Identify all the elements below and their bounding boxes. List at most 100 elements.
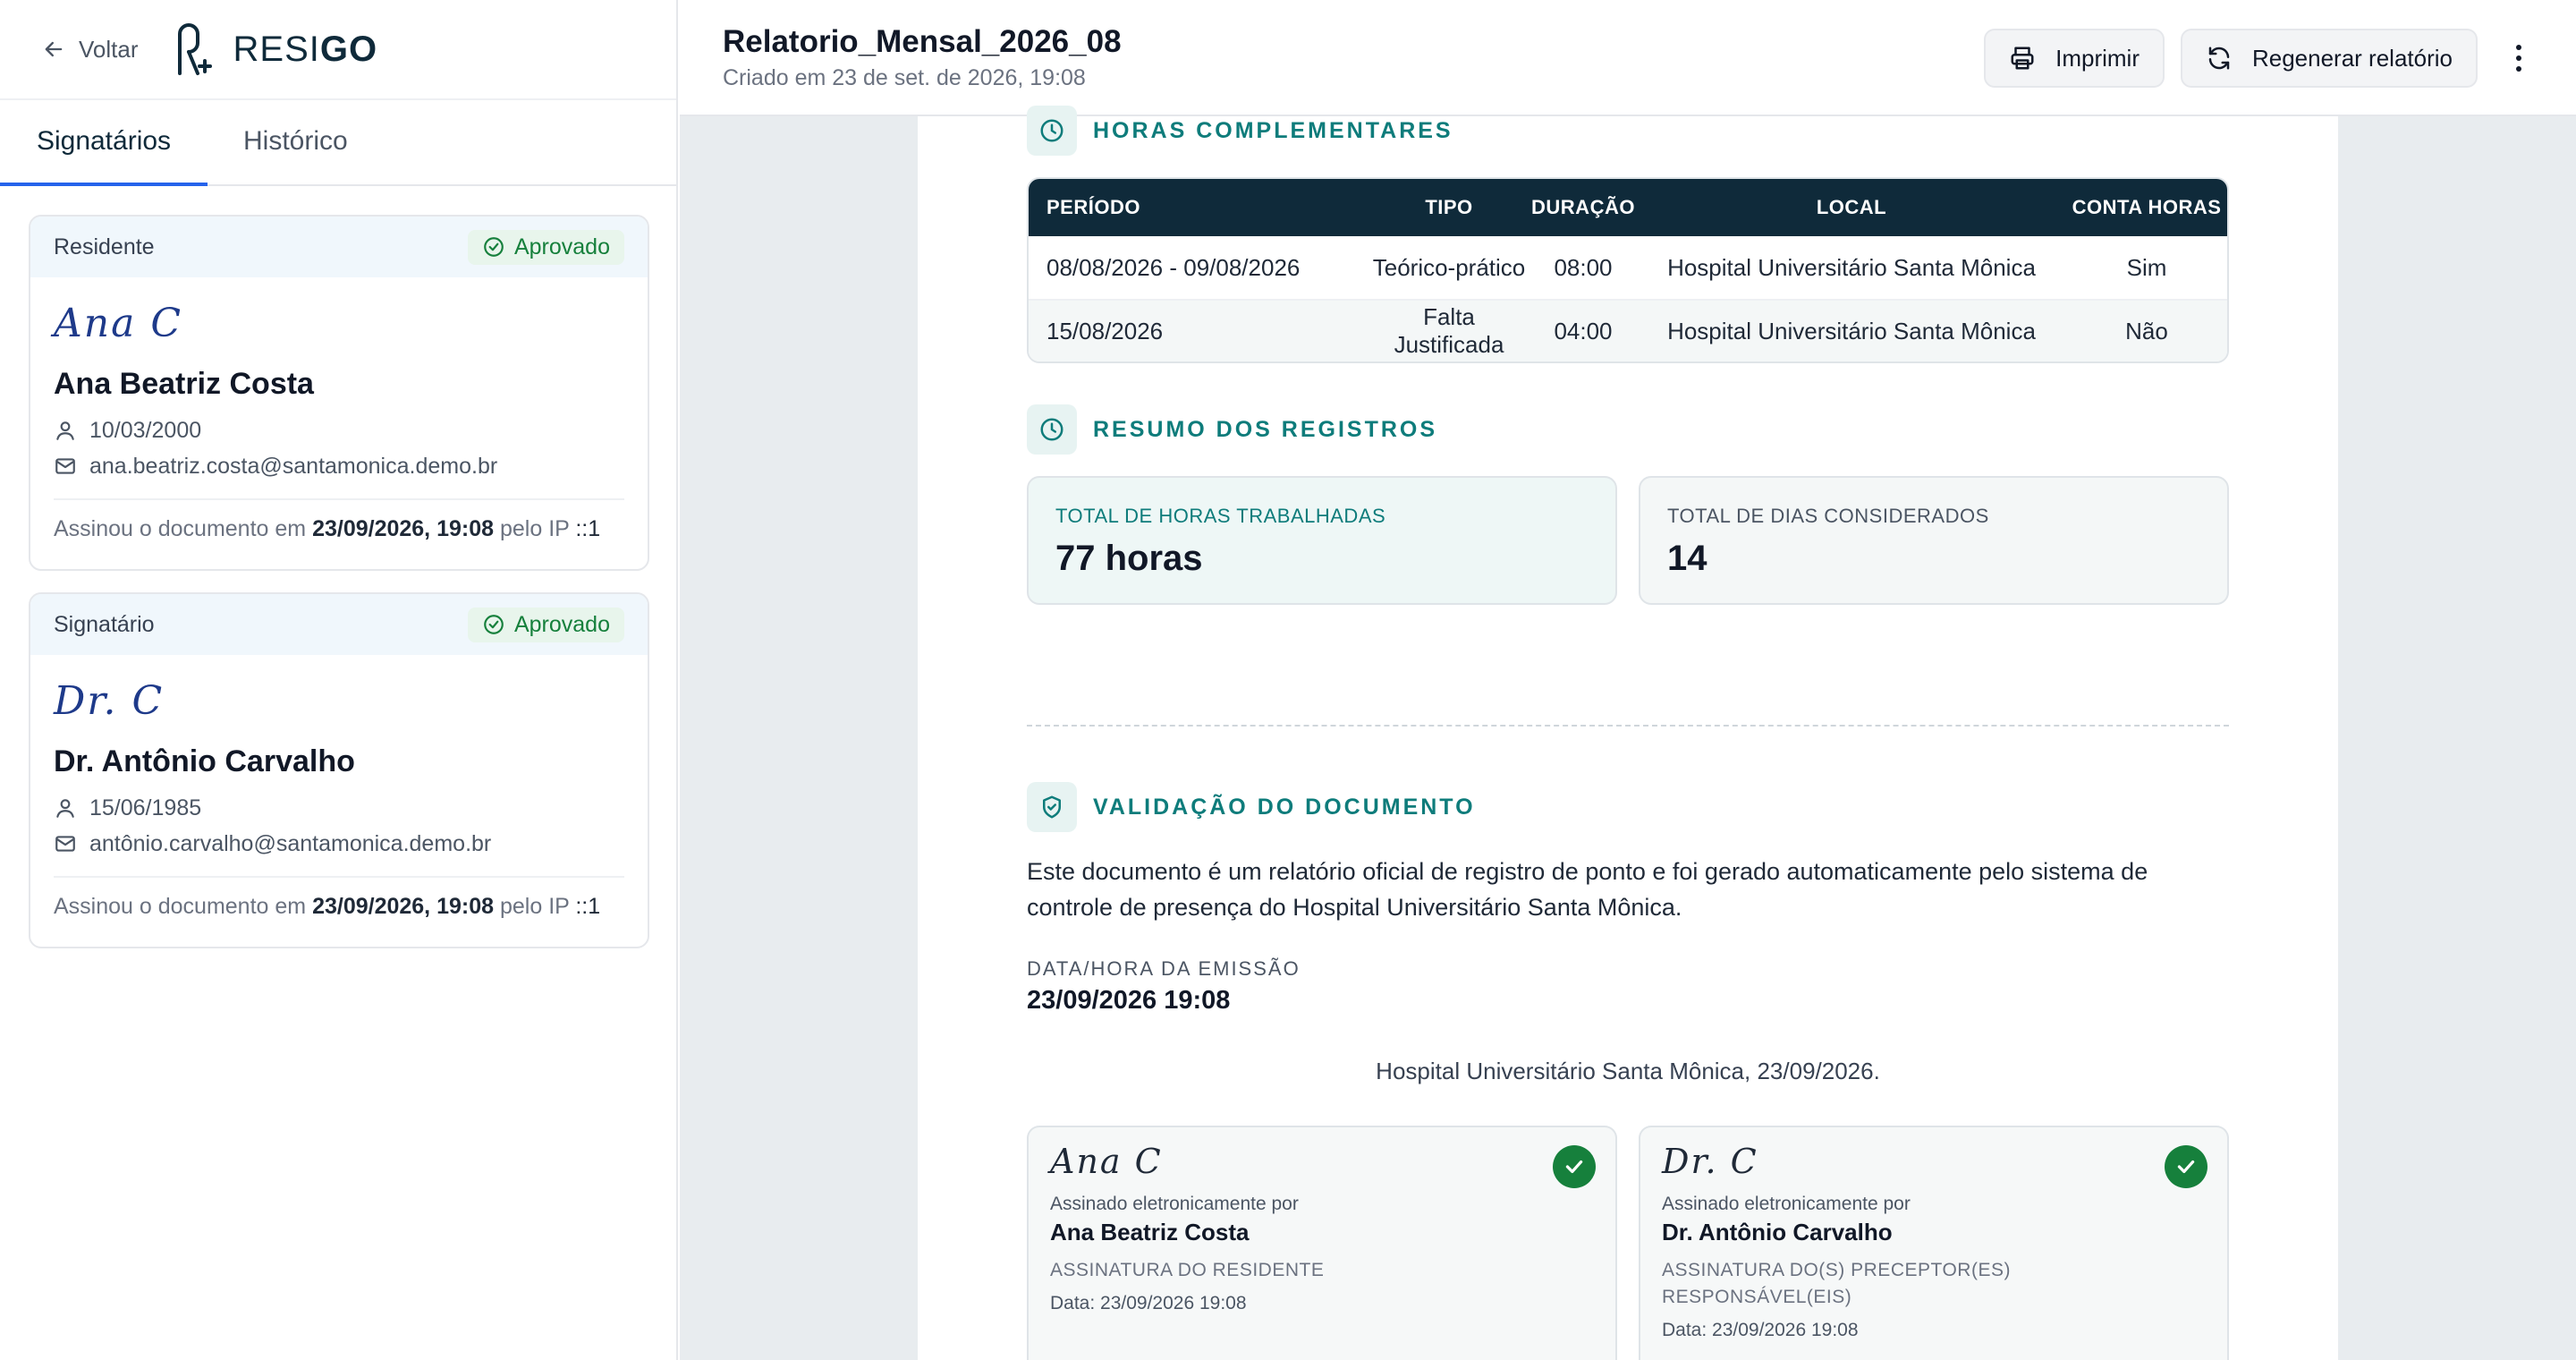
signer-card-header: Signatário Aprovado <box>30 594 648 655</box>
hours-table: PERÍODO TIPO DURAÇÃO LOCAL CONTA HORAS 0… <box>1027 177 2229 363</box>
signer-name: Ana Beatriz Costa <box>1050 1219 1250 1245</box>
signature-role: ASSINATURA DO(S) PRECEPTOR(ES) RESPONSÁV… <box>1662 1260 2011 1307</box>
table-cell: Hospital Universitário Santa Mônica <box>1667 253 2036 281</box>
column-header: TIPO <box>1425 196 1473 218</box>
user-icon <box>56 421 74 440</box>
place-and-date: Hospital Universitário Santa Mônica, 23/… <box>1376 1058 1880 1084</box>
status-badge-label: Aprovado <box>513 234 610 259</box>
logo-text: RESIGO <box>233 29 378 69</box>
column-header: PERÍODO <box>1046 196 1140 218</box>
emission-value: 23/09/2026 19:08 <box>1027 986 1231 1015</box>
signer-role: Signatário <box>54 611 155 637</box>
printer-icon <box>2011 47 2034 70</box>
mail-icon <box>55 458 75 474</box>
signer-email: ana.beatriz.costa@santamonica.demo.br <box>30 448 648 484</box>
table-cell: Sim <box>2126 253 2167 281</box>
signer-name: Dr. Antônio Carvalho <box>54 744 355 778</box>
table-cell: Falta Justificada <box>1394 303 1504 358</box>
clock-icon <box>1027 106 1077 156</box>
signer-card-header: Residente Aprovado <box>30 217 648 277</box>
total-days-card: TOTAL DE DIAS CONSIDERADOS 14 <box>1639 476 2229 605</box>
stat-label: TOTAL DE HORAS TRABALHADAS <box>1055 505 1386 527</box>
refresh-icon <box>2208 47 2230 70</box>
status-badge-label: Aprovado <box>513 611 610 637</box>
signature-card: Dr. C Assinado eletronicamente por Dr. A… <box>1639 1126 2229 1360</box>
document-title-block: Relatorio_Mensal_2026_08 Criado em 23 de… <box>723 24 1122 91</box>
signature-date: Data: 23/09/2026 19:08 <box>1050 1293 1247 1313</box>
signer-name: Dr. Antônio Carvalho <box>1662 1219 1893 1245</box>
table-cell: 08:00 <box>1554 253 1613 281</box>
tab-historico[interactable]: Histórico <box>208 98 348 184</box>
signature-image: Dr. C <box>54 678 165 724</box>
more-vertical-icon <box>2516 45 2521 72</box>
signer-birthdate: 10/03/2000 <box>30 412 648 448</box>
document-created-date: Criado em 23 de set. de 2026, 19:08 <box>723 64 1086 90</box>
document-header: Relatorio_Mensal_2026_08 Criado em 23 de… <box>680 0 2576 116</box>
signer-email: antônio.carvalho@santamonica.demo.br <box>30 826 648 862</box>
section-title: VALIDAÇÃO DO DOCUMENTO <box>1093 794 1476 820</box>
signature-image: Ana C <box>1050 1142 1163 1181</box>
status-badge: Aprovado <box>467 229 624 265</box>
validation-description: Este documento é um relatório oficial de… <box>1027 858 2148 921</box>
column-header: LOCAL <box>1816 196 1887 218</box>
table-row: 15/08/2026 Falta Justificada 04:00 Hospi… <box>1029 299 2227 361</box>
table-cell: 04:00 <box>1554 317 1613 344</box>
sidebar-tabs: Signatários Histórico <box>0 100 676 186</box>
signature-card: Ana C Assinado eletronicamente por Ana B… <box>1027 1126 1617 1360</box>
mail-icon <box>55 836 75 852</box>
signer-card: Signatário Aprovado Dr. C Dr. Antônio Ca… <box>29 592 649 948</box>
total-hours-card: TOTAL DE HORAS TRABALHADAS 77 horas <box>1027 476 1617 605</box>
tab-signatarios[interactable]: Signatários <box>0 98 208 186</box>
hours-section-header: HORAS COMPLEMENTARES <box>1027 106 1453 156</box>
signer-role: Residente <box>54 234 155 259</box>
status-badge: Aprovado <box>467 607 624 642</box>
header-actions: Imprimir Regenerar relatório <box>1984 29 2537 88</box>
emission-label: DATA/HORA DA EMISSÃO <box>1027 957 1301 980</box>
validation-section-header: VALIDAÇÃO DO DOCUMENTO <box>1027 782 1476 832</box>
table-cell: Não <box>2125 317 2168 344</box>
back-label: Voltar <box>79 35 139 63</box>
table-cell: Teórico-prático <box>1372 253 1526 281</box>
section-title: RESUMO DOS REGISTROS <box>1093 416 1438 442</box>
signature-image: Dr. C <box>1662 1142 1758 1181</box>
column-header: DURAÇÃO <box>1531 196 1635 218</box>
column-header: CONTA HORAS <box>2072 196 2222 218</box>
check-circle-icon <box>484 237 504 257</box>
signed-by-label: Assinado eletronicamente por <box>1050 1194 1299 1214</box>
signer-signed-info: Assinou o documento em 23/09/2026, 19:08… <box>54 498 624 542</box>
regenerate-report-button[interactable]: Regenerar relatório <box>2180 29 2478 88</box>
section-title: HORAS COMPLEMENTARES <box>1093 117 1453 143</box>
logo: RESIGO <box>173 21 378 77</box>
signature-date: Data: 23/09/2026 19:08 <box>1662 1320 1859 1340</box>
check-icon <box>2165 1145 2207 1188</box>
sidebar-top: Voltar RESIGO <box>0 0 676 100</box>
signer-signed-info: Assinou o documento em 23/09/2026, 19:08… <box>54 876 624 920</box>
check-icon <box>1553 1145 1596 1188</box>
table-cell: Hospital Universitário Santa Mônica <box>1667 317 2036 344</box>
sidebar: Voltar RESIGO Signatários Histórico Resi… <box>0 0 678 1360</box>
arrow-left-icon <box>45 41 63 57</box>
signer-name: Ana Beatriz Costa <box>54 367 314 401</box>
logo-icon <box>177 23 212 75</box>
user-icon <box>56 799 74 818</box>
stat-label: TOTAL DE DIAS CONSIDERADOS <box>1667 505 1989 527</box>
back-button[interactable]: Voltar <box>41 36 139 64</box>
page-title: Relatorio_Mensal_2026_08 <box>723 23 1122 59</box>
signed-by-label: Assinado eletronicamente por <box>1662 1194 1911 1214</box>
table-cell: 08/08/2026 - 09/08/2026 <box>1046 253 1301 281</box>
signer-card: Residente Aprovado Ana C Ana Beatriz Cos… <box>29 215 649 571</box>
signer-birthdate: 15/06/1985 <box>30 790 648 826</box>
table-cell: 15/08/2026 <box>1046 317 1164 344</box>
signature-image: Ana C <box>54 301 182 346</box>
signature-role: ASSINATURA DO RESIDENTE <box>1050 1260 1325 1280</box>
shield-check-icon <box>1027 782 1077 832</box>
section-divider <box>1027 725 2229 727</box>
table-row: 08/08/2026 - 09/08/2026 Teórico-prático … <box>1029 236 2227 299</box>
more-options-button[interactable] <box>2501 29 2537 88</box>
stat-value: 14 <box>1667 539 1707 578</box>
clock-icon <box>1027 404 1077 455</box>
table-header: PERÍODO TIPO DURAÇÃO LOCAL CONTA HORAS <box>1029 179 2227 236</box>
summary-section-header: RESUMO DOS REGISTROS <box>1027 404 1437 455</box>
print-button[interactable]: Imprimir <box>1984 29 2165 88</box>
check-circle-icon <box>484 615 504 634</box>
